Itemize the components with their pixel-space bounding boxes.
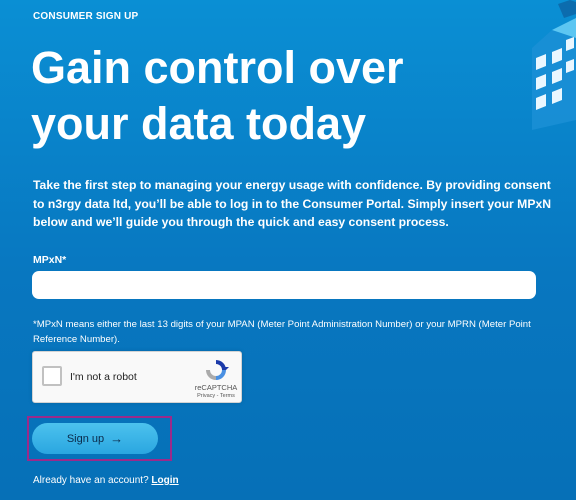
signup-button-label: Sign up bbox=[66, 432, 105, 445]
building-illustration bbox=[532, 0, 576, 130]
recaptcha-widget: I'm not a robot reCAPTCHA Privacy - Term… bbox=[32, 351, 242, 403]
mpxn-help-text: *MPxN means either the last 13 digits of… bbox=[33, 319, 531, 345]
arrow-right-icon: → bbox=[110, 431, 124, 446]
recaptcha-logo-icon bbox=[206, 360, 229, 380]
login-prompt: Already have an account? Login bbox=[33, 475, 179, 486]
recaptcha-checkbox[interactable] bbox=[42, 366, 62, 386]
recaptcha-label: I'm not a robot bbox=[70, 371, 137, 383]
recaptcha-brand: reCAPTCHA bbox=[194, 383, 238, 392]
login-link[interactable]: Login bbox=[151, 475, 178, 486]
recaptcha-terms[interactable]: Privacy - Terms bbox=[183, 393, 249, 399]
mpxn-label: MPxN* bbox=[33, 254, 67, 266]
mpxn-input[interactable] bbox=[32, 271, 536, 299]
login-prompt-text: Already have an account? bbox=[33, 475, 149, 486]
signup-button[interactable]: Sign up → bbox=[32, 423, 158, 454]
page-headline: Gain control over your data today bbox=[31, 42, 404, 149]
intro-paragraph: Take the first step to managing your ene… bbox=[33, 178, 552, 229]
eyebrow-label: CONSUMER SIGN UP bbox=[33, 11, 139, 22]
